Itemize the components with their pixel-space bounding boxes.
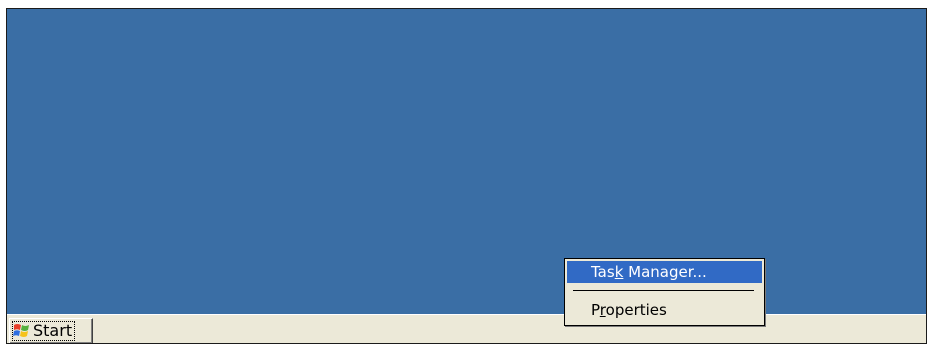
taskbar-context-menu: Task Manager... Properties xyxy=(564,258,765,326)
menu-item-text: P xyxy=(591,301,600,319)
menu-item-task-manager[interactable]: Task Manager... xyxy=(567,261,762,283)
menu-separator xyxy=(573,290,754,291)
menu-item-properties[interactable]: Properties xyxy=(567,299,762,321)
screen: Start Task Manager... Properties xyxy=(6,8,927,344)
taskbar: Start xyxy=(7,314,926,343)
start-button[interactable]: Start xyxy=(9,318,93,343)
start-label: Start xyxy=(33,321,73,340)
desktop-background[interactable] xyxy=(7,9,926,314)
menu-item-text: Manager... xyxy=(623,263,707,281)
start-button-focus: Start xyxy=(12,321,76,341)
menu-item-text: Tas xyxy=(591,263,615,281)
windows-flag-icon xyxy=(13,322,31,340)
menu-item-text: operties xyxy=(605,301,667,319)
